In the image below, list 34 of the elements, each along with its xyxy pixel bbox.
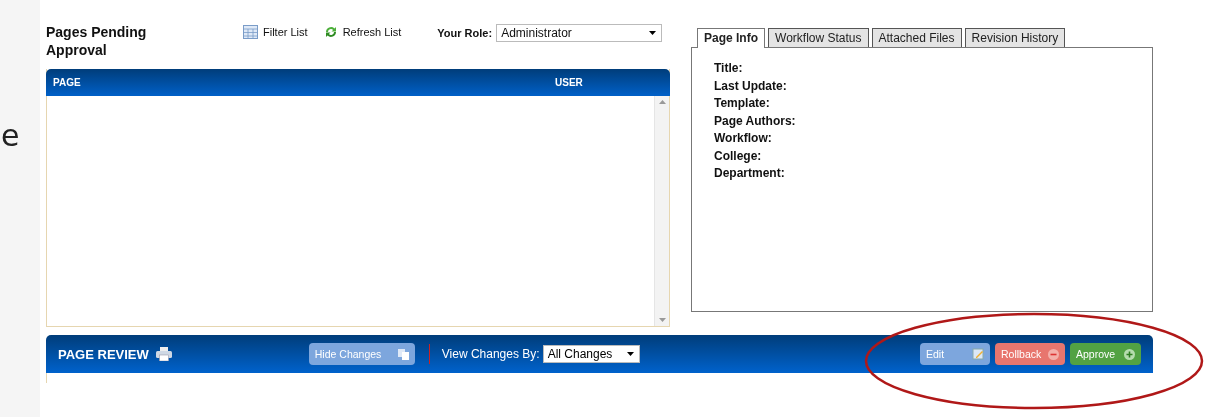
field-label: College:: [714, 147, 763, 165]
tab[interactable]: Workflow Status: [768, 28, 869, 47]
panel-title: Pages Pending Approval: [46, 23, 148, 59]
tab[interactable]: Revision History: [964, 28, 1066, 47]
scroll-up-icon[interactable]: [658, 100, 666, 104]
section-title: PAGE REVIEW: [58, 346, 149, 362]
notepad-pencil-icon: [972, 348, 984, 360]
refresh-list-link[interactable]: Refresh List: [323, 25, 402, 39]
field-label: Workflow:: [714, 130, 773, 147]
tab[interactable]: Attached Files: [871, 28, 962, 47]
column-header: USER: [555, 77, 584, 88]
field-label: Department:: [714, 165, 786, 182]
plus-circle-icon: [1124, 348, 1135, 360]
printer-icon[interactable]: [155, 347, 172, 361]
role-label: Your Role:: [437, 27, 493, 39]
scrollbar[interactable]: [654, 96, 669, 326]
copy-icon: [397, 348, 409, 360]
tab[interactable]: Page Info: [697, 28, 765, 48]
field-label: Last Update:: [714, 77, 788, 95]
column-header: PAGE: [52, 77, 82, 88]
refresh-icon: [323, 25, 338, 39]
field-label: Page Authors:: [714, 112, 797, 130]
field-label: Template:: [714, 95, 771, 112]
view-changes-label: View Changes By:: [441, 347, 540, 361]
caret-icon: [626, 352, 634, 356]
caret-icon: [649, 31, 657, 35]
table-icon: [243, 25, 258, 39]
role-dropdown[interactable]: Administrator: [496, 24, 663, 42]
minus-circle-icon: [1048, 348, 1059, 360]
field-label: Title:: [714, 60, 744, 77]
view-changes-dropdown[interactable]: All Changes: [542, 345, 640, 363]
slide-text-fragment: e: [1, 118, 20, 154]
scroll-down-icon[interactable]: [658, 318, 666, 322]
filter-list-link[interactable]: Filter List: [243, 25, 308, 39]
